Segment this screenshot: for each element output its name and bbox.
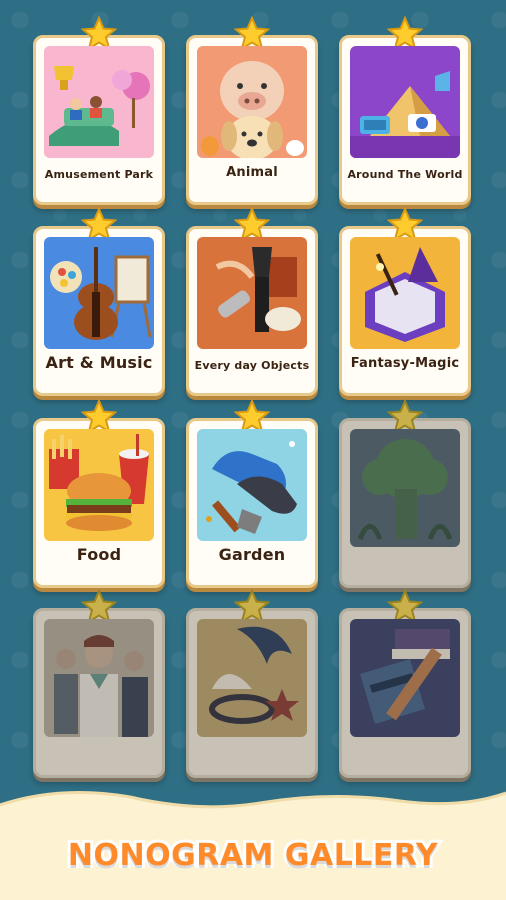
flashlight-icon	[197, 237, 307, 349]
category-card-garden[interactable]: Garden	[186, 399, 318, 588]
category-card-food[interactable]: Food	[33, 399, 165, 588]
glove-shovel-icon	[197, 429, 307, 541]
gallery-title: NONOGRAM GALLERY	[65, 835, 441, 876]
burger-icon	[44, 429, 154, 541]
category-card-locked-3[interactable]	[186, 589, 318, 778]
category-label: Around The World	[347, 168, 463, 181]
category-label: Fantasy-Magic	[350, 356, 460, 371]
violin-icon	[44, 237, 154, 349]
category-card-animal[interactable]: Animal	[186, 16, 318, 205]
category-card-locked-2[interactable]	[33, 589, 165, 778]
category-card-locked-1[interactable]	[339, 399, 471, 588]
category-label: Food	[76, 545, 122, 564]
category-card-locked-4[interactable]	[339, 589, 471, 778]
category-label: Every day Objects	[194, 359, 310, 372]
category-card-around-the-world[interactable]: Around The World	[339, 16, 471, 205]
category-card-fantasy-magic[interactable]: Fantasy-Magic	[339, 207, 471, 396]
category-card-everyday-objects[interactable]: Every day Objects	[186, 207, 318, 396]
roller-coaster-icon	[44, 46, 154, 158]
book-pencil-icon	[350, 619, 460, 737]
category-card-amusement-park[interactable]: Amusement Park	[33, 16, 165, 205]
magic-hat-icon	[350, 237, 460, 349]
category-label: Garden	[218, 545, 286, 564]
pig-dog-icon	[197, 46, 307, 158]
category-card-art-music[interactable]: Art & Music	[33, 207, 165, 396]
pyramid-icon	[350, 46, 460, 158]
category-grid: Amusement Park Animal Around The World A…	[0, 0, 506, 790]
people-icon	[44, 619, 154, 737]
shell-wave-icon	[197, 619, 307, 737]
category-label: Animal	[226, 165, 278, 180]
tree-icon	[350, 429, 460, 547]
category-label: Amusement Park	[44, 168, 154, 181]
category-label: Art & Music	[45, 353, 153, 372]
